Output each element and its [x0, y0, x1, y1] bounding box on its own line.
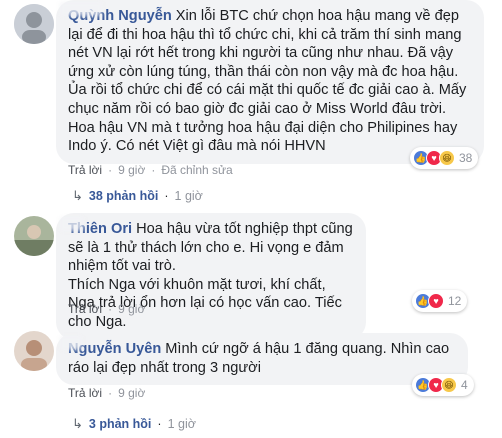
reaction-summary[interactable]: 👍 ♥ 😆 4	[412, 374, 474, 396]
reaction-summary[interactable]: 👍 ♥ 😆 38	[410, 147, 479, 169]
avatar-image	[14, 4, 54, 44]
meta-dot: ·	[157, 417, 162, 431]
comment-bubble: Quỳnh Nguyễn Xin lỗi BTC chứ chọn hoa hậu…	[56, 0, 484, 164]
meta-dot: ·	[108, 163, 113, 177]
view-replies[interactable]: ↳ 38 phản hồi · 1 giờ	[72, 188, 203, 204]
comment-time[interactable]: 9 giờ	[118, 302, 145, 316]
comment-time[interactable]: 9 giờ	[118, 163, 145, 177]
comment-meta: Trả lời · 9 giờ · Đã chỉnh sửa	[68, 163, 233, 177]
reaction-count: 38	[459, 151, 473, 165]
avatar[interactable]	[14, 331, 54, 371]
replies-count[interactable]: 3 phản hồi	[89, 417, 152, 431]
avatar[interactable]	[14, 216, 54, 256]
comment-meta: Trả lời · 9 giờ	[68, 302, 145, 316]
love-icon: ♥	[428, 293, 444, 309]
view-replies[interactable]: ↳ 3 phản hồi · 1 giờ	[72, 416, 196, 432]
blurred-author-area	[60, 2, 102, 16]
avatar-image	[14, 216, 54, 256]
comment-meta: Trả lời · 9 giờ	[68, 386, 145, 400]
reply-link[interactable]: Trả lời	[68, 386, 102, 400]
comment-time[interactable]: 9 giờ	[118, 386, 145, 400]
reaction-count: 4	[461, 378, 468, 392]
reply-link[interactable]: Trả lời	[68, 163, 102, 177]
blurred-author-area	[60, 217, 84, 231]
avatar-image	[14, 331, 54, 371]
comment-bubble: Nguyễn Uyên Mình cứ ngỡ á hậu 1 đăng quan…	[56, 333, 468, 386]
edited-label[interactable]: Đã chỉnh sửa	[161, 163, 232, 177]
comment-text: Xin lỗi BTC chứ chọn hoa hậu mang về đẹp…	[68, 8, 467, 155]
replies-time: 1 giờ	[167, 417, 196, 431]
reaction-count: 12	[448, 294, 462, 308]
reply-arrow-icon: ↳	[72, 188, 83, 203]
reply-link[interactable]: Trả lời	[68, 302, 102, 316]
meta-dot: ·	[151, 163, 156, 177]
avatar[interactable]	[14, 4, 54, 44]
haha-icon: 😆	[439, 150, 455, 166]
meta-dot: ·	[108, 302, 113, 316]
blurred-author-area	[60, 336, 82, 350]
comment-bubble: Thiên Ori Hoa hậu vừa tốt nghiệp thpt cũn…	[56, 213, 366, 340]
meta-dot: ·	[108, 386, 113, 400]
replies-count[interactable]: 38 phản hồi	[89, 189, 158, 203]
reaction-summary[interactable]: 👍 ♥ 12	[412, 290, 468, 312]
haha-icon: 😆	[441, 377, 457, 393]
meta-dot: ·	[164, 189, 169, 203]
reply-arrow-icon: ↳	[72, 416, 83, 431]
replies-time: 1 giờ	[174, 189, 203, 203]
